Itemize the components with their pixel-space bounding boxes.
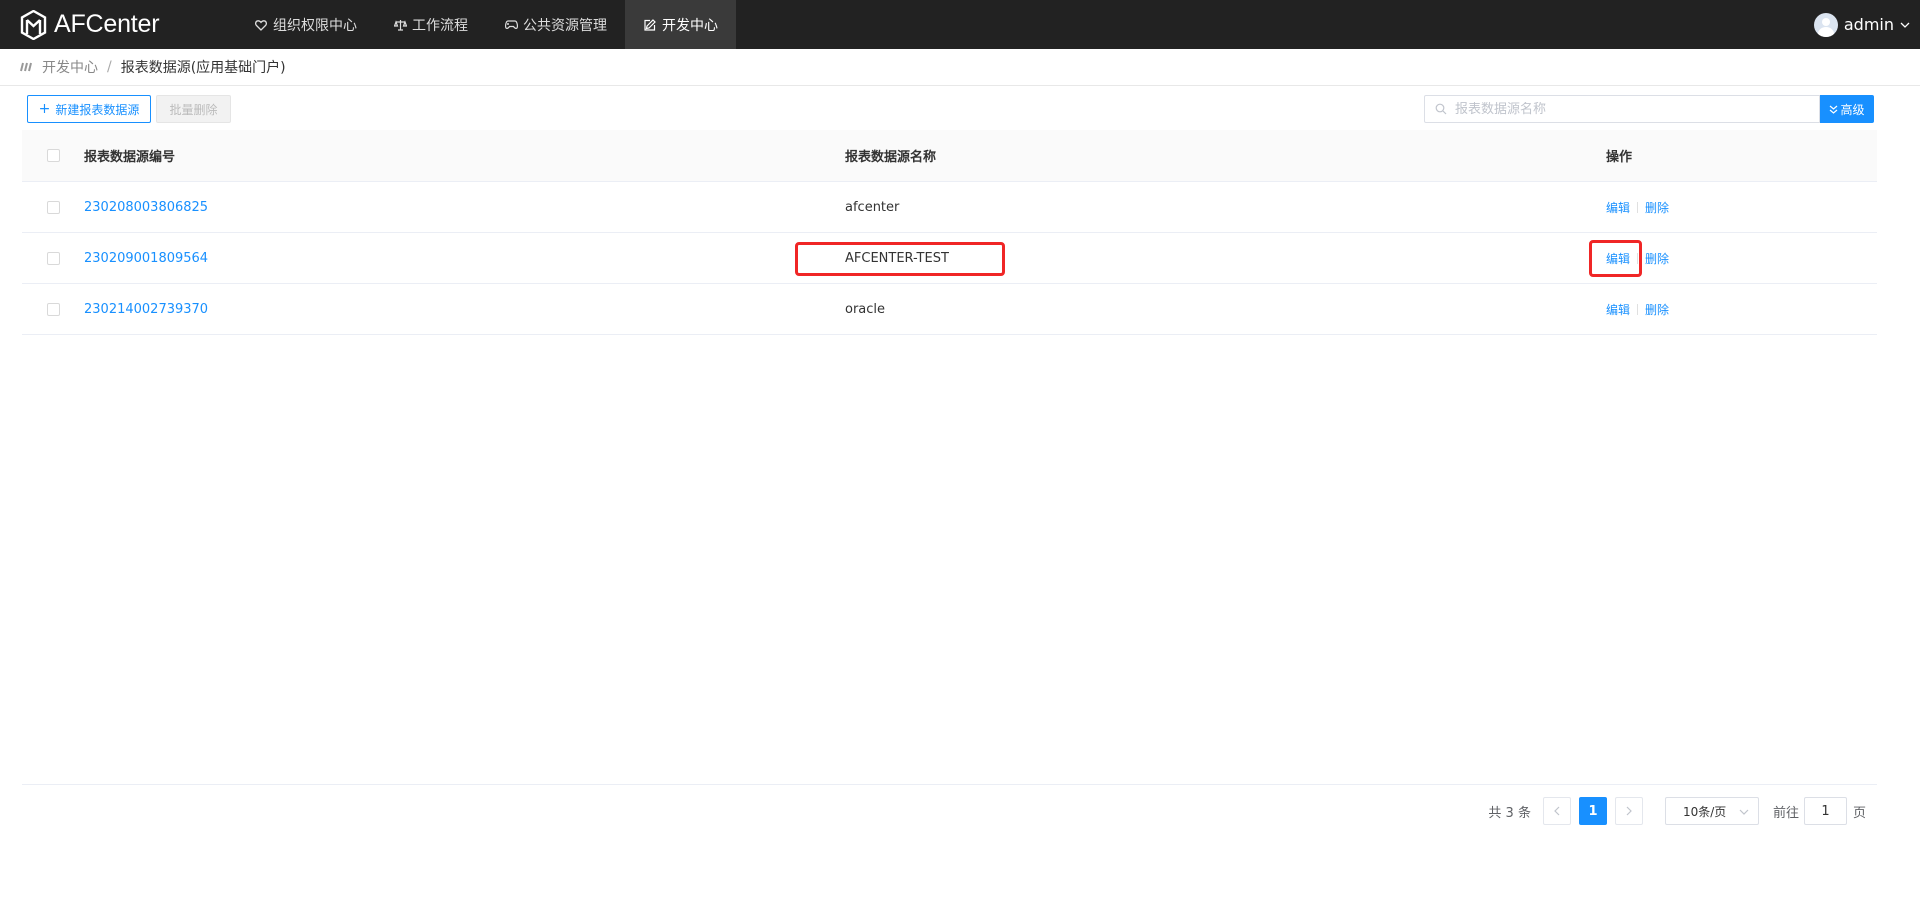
header-check-cell [22, 149, 84, 162]
breadcrumb-current: 报表数据源(应用基础门户) [120, 60, 286, 76]
datasource-table: 报表数据源编号 报表数据源名称 操作 230208003806825 afcen… [22, 130, 1877, 335]
chevron-down-icon [1900, 22, 1910, 28]
page-size-select[interactable]: 10条/页 [1664, 797, 1759, 825]
batch-delete-button[interactable]: 批量删除 [156, 95, 231, 123]
datasource-name: afcenter [845, 199, 900, 215]
edit-link[interactable]: 编辑 [1606, 250, 1630, 267]
id-cell: 230209001809564 [84, 251, 845, 266]
user-menu[interactable]: admin [1813, 0, 1910, 49]
chevron-right-icon [1626, 806, 1632, 816]
afcenter-logo-icon [20, 9, 47, 40]
id-cell: 230214002739370 [84, 302, 845, 317]
page-size-value: 10条/页 [1682, 804, 1727, 819]
total-count: 共 3 条 [1488, 805, 1531, 821]
nav-item-dev-center[interactable]: 开发中心 [625, 0, 736, 49]
new-datasource-button[interactable]: + 新建报表数据源 [27, 95, 151, 123]
table-row: 230208003806825 afcenter 编辑 删除 [22, 182, 1877, 233]
nav-item-org-permission[interactable]: 组织权限中心 [236, 0, 375, 49]
select-all-checkbox[interactable] [46, 149, 60, 162]
breadcrumb: 开发中心 / 报表数据源(应用基础门户) [0, 49, 1920, 86]
next-page-button[interactable] [1614, 797, 1643, 825]
actions-cell: 编辑 删除 [1606, 250, 1877, 267]
plus-icon: + [38, 101, 51, 117]
action-divider [1637, 252, 1639, 264]
row-check-cell [22, 251, 84, 265]
nav-label: 公共资源管理 [523, 17, 607, 34]
breadcrumb-separator: / [107, 59, 112, 75]
edit-link[interactable]: 编辑 [1606, 199, 1630, 216]
delete-link[interactable]: 删除 [1645, 199, 1669, 216]
actions-cell: 编辑 删除 [1606, 199, 1877, 216]
edit-icon [643, 18, 657, 32]
double-chevron-down-icon [1830, 105, 1838, 114]
pagination: 共 3 条 1 10条/页 前往 页 [1488, 797, 1866, 825]
advanced-search-button[interactable]: 高级 [1820, 95, 1874, 123]
chevron-left-icon [1554, 806, 1560, 816]
datasource-id-link[interactable]: 230208003806825 [84, 200, 208, 215]
column-header-actions: 操作 [1606, 150, 1633, 165]
top-navbar: AFCenter 组织权限中心 工作流程 公共资源管理 开发中心 admin [0, 0, 1920, 49]
chevron-down-icon [1739, 809, 1749, 815]
row-check-cell [22, 200, 84, 214]
heart-shield-icon [254, 18, 268, 32]
prev-page-button[interactable] [1542, 797, 1571, 825]
search-input[interactable] [1455, 101, 1819, 117]
table-row: 230209001809564 AFCENTER-TEST 编辑 删除 [22, 233, 1877, 284]
table-row: 230214002739370 oracle 编辑 删除 [22, 284, 1877, 335]
new-datasource-label: 新建报表数据源 [55, 102, 140, 117]
scale-icon [393, 18, 407, 32]
main-nav: 组织权限中心 工作流程 公共资源管理 开发中心 [236, 0, 736, 49]
actions-cell: 编辑 删除 [1606, 301, 1877, 318]
row-checkbox[interactable] [46, 251, 60, 265]
row-checkbox[interactable] [46, 200, 60, 214]
delete-link[interactable]: 删除 [1645, 250, 1669, 267]
row-check-cell [22, 302, 84, 316]
batch-delete-label: 批量删除 [169, 102, 218, 117]
brand[interactable]: AFCenter [0, 0, 236, 49]
breadcrumb-stripes-icon [20, 62, 32, 72]
table-header: 报表数据源编号 报表数据源名称 操作 [22, 130, 1877, 182]
column-header-name: 报表数据源名称 [845, 150, 937, 165]
goto-label: 前往 [1772, 805, 1799, 821]
nav-item-public-resources[interactable]: 公共资源管理 [486, 0, 625, 49]
gamepad-icon [504, 18, 518, 32]
delete-link[interactable]: 删除 [1645, 301, 1669, 318]
advanced-label: 高级 [1840, 102, 1865, 117]
datasource-name: oracle [845, 301, 886, 317]
nav-label: 开发中心 [662, 17, 718, 34]
page-number-current[interactable]: 1 [1578, 797, 1607, 825]
page-unit-label: 页 [1852, 805, 1866, 821]
avatar [1813, 12, 1838, 37]
datasource-id-link[interactable]: 230214002739370 [84, 302, 208, 317]
action-divider [1637, 201, 1639, 213]
datasource-name: AFCENTER-TEST [845, 250, 949, 266]
nav-label: 工作流程 [412, 17, 468, 34]
user-name: admin [1843, 15, 1894, 34]
search-box [1424, 95, 1820, 123]
search-icon [1435, 103, 1447, 115]
nav-item-workflow[interactable]: 工作流程 [375, 0, 486, 49]
nav-label: 组织权限中心 [273, 17, 357, 34]
action-divider [1637, 303, 1639, 315]
column-header-id: 报表数据源编号 [84, 150, 176, 165]
id-cell: 230208003806825 [84, 200, 845, 215]
goto-page-input[interactable] [1803, 797, 1847, 825]
pager-divider [22, 784, 1877, 785]
datasource-id-link[interactable]: 230209001809564 [84, 251, 208, 266]
row-checkbox[interactable] [46, 302, 60, 316]
edit-link[interactable]: 编辑 [1606, 301, 1630, 318]
breadcrumb-root[interactable]: 开发中心 [42, 57, 98, 77]
app-title: AFCenter [54, 10, 160, 38]
